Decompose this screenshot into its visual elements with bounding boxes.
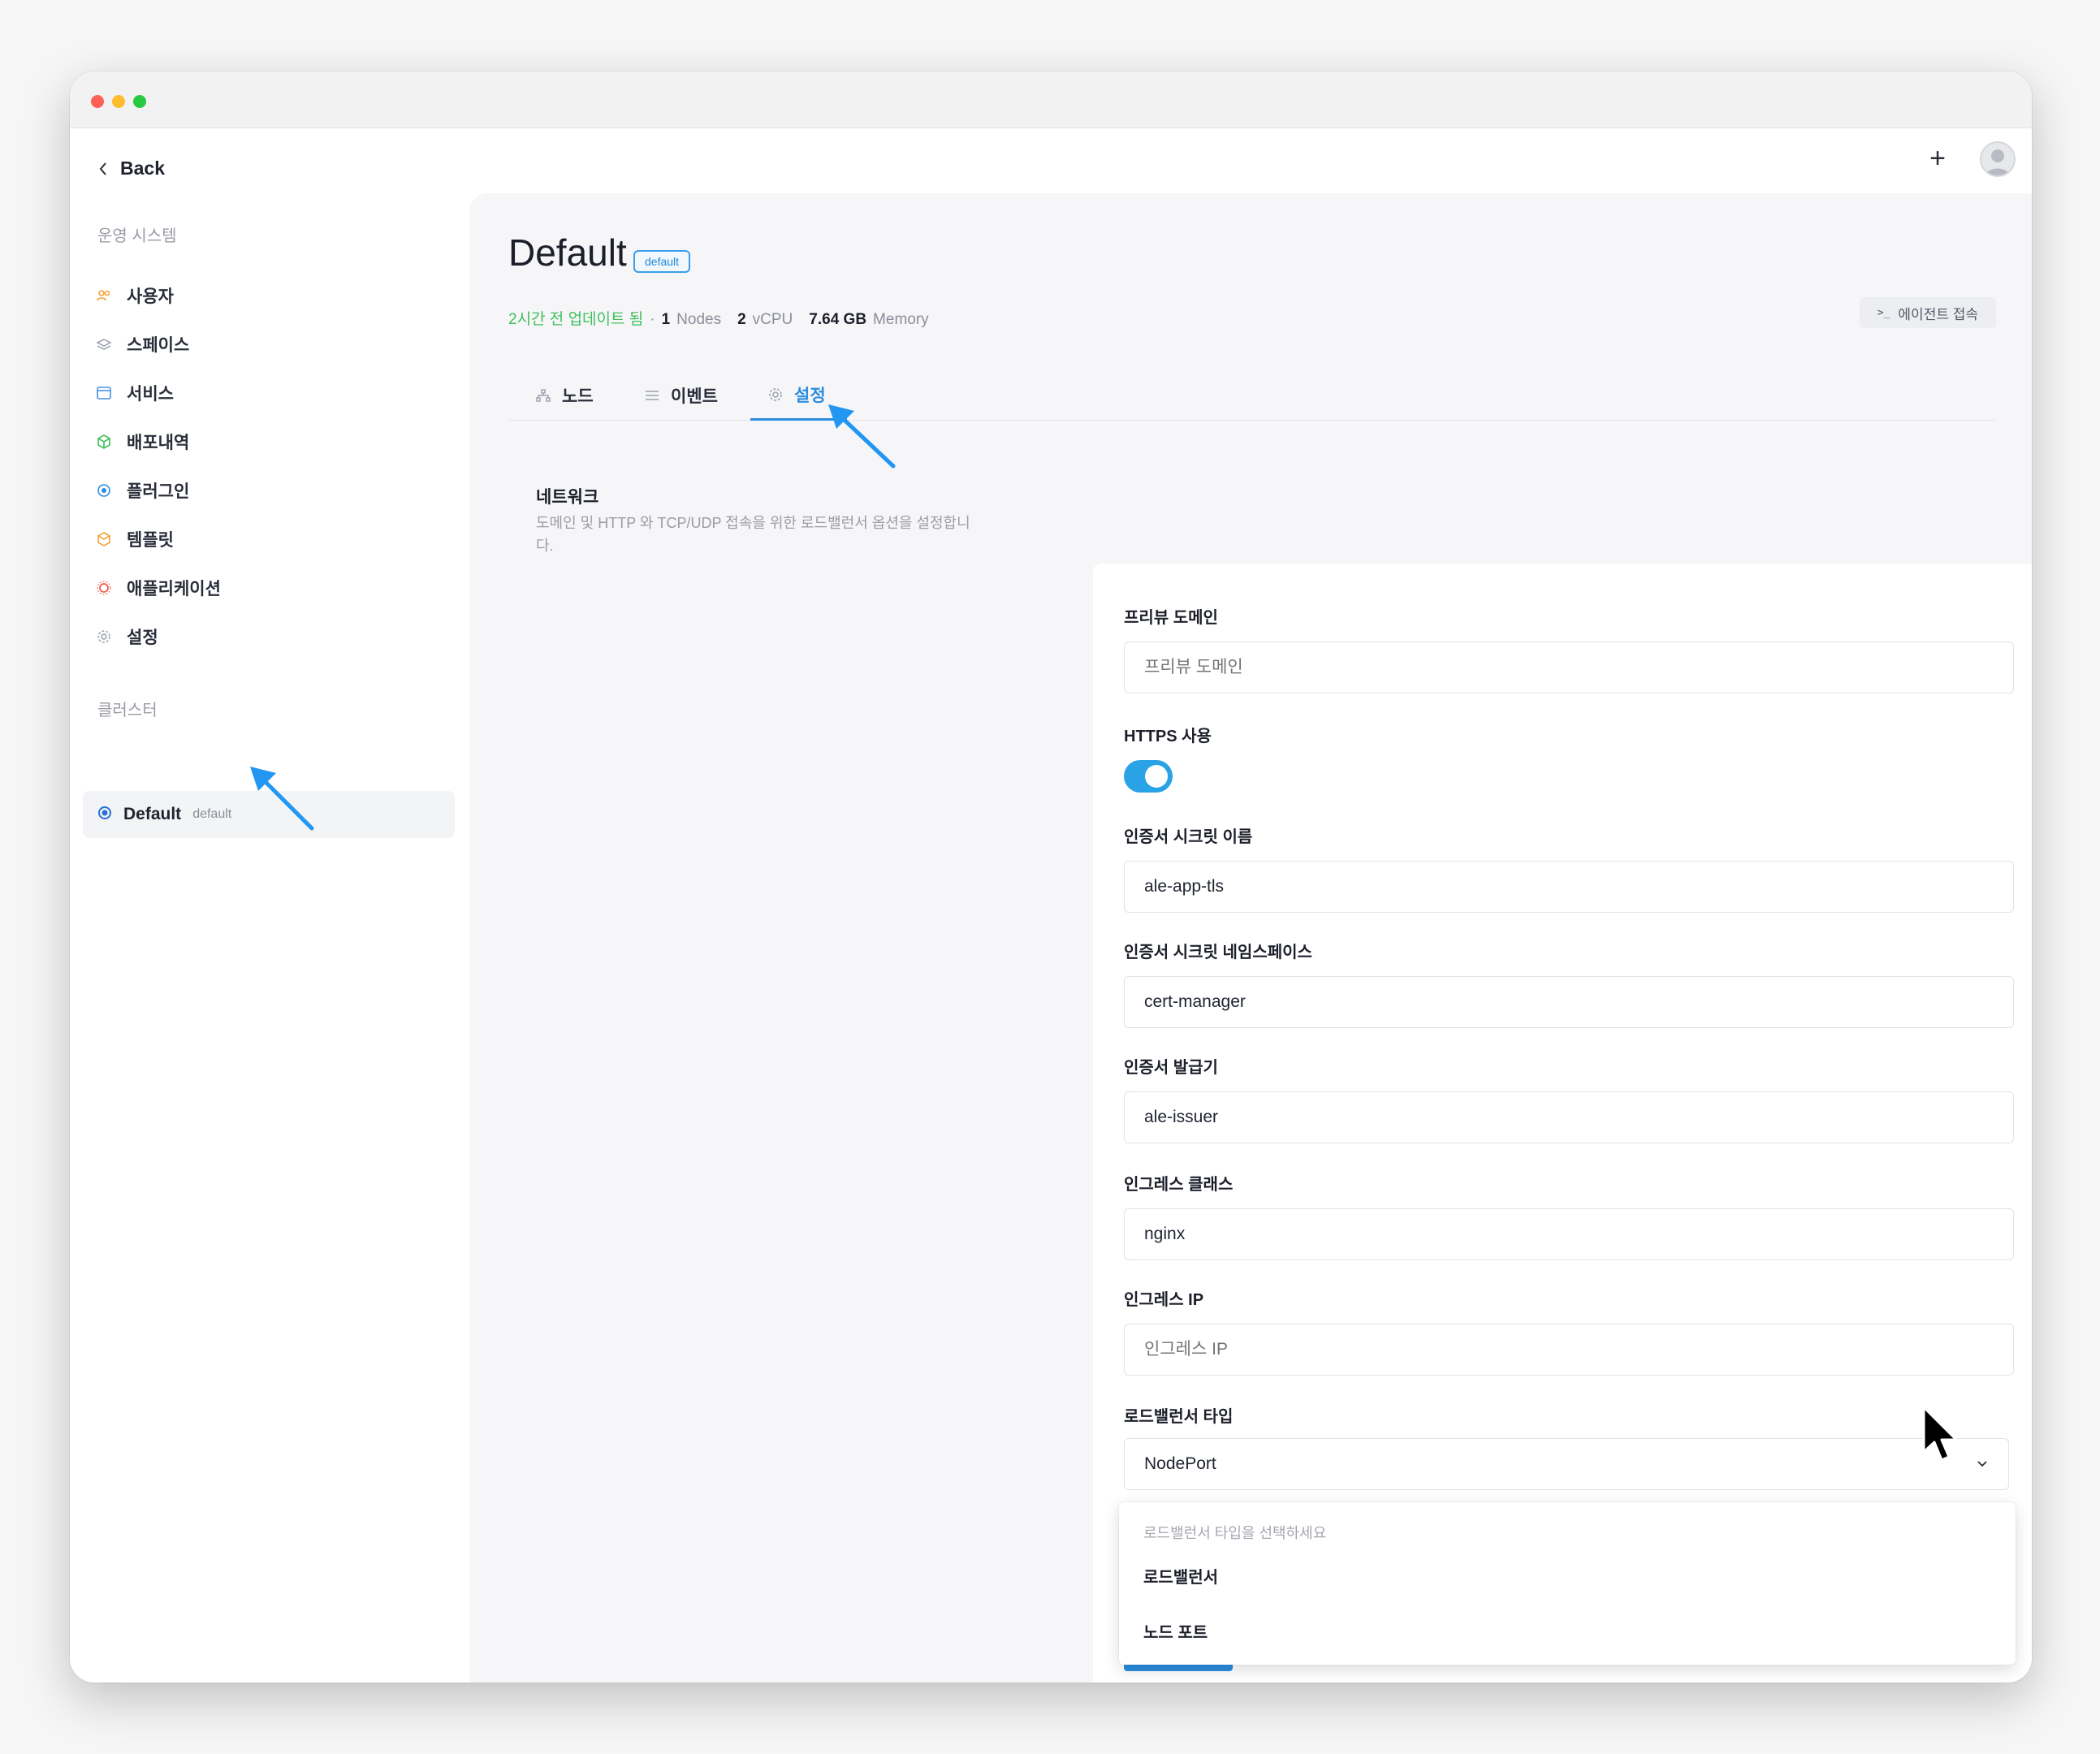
window-icon bbox=[96, 385, 112, 401]
sidebar-menu: 사용자 스페이스 서비스 배포내역 플러그인 템플릿 애플리케이션 설정 bbox=[94, 271, 443, 661]
title-bar bbox=[70, 71, 2032, 128]
tab-bar: 노드 이벤트 설정 bbox=[508, 370, 1996, 421]
agent-connect-button[interactable]: >_ 에이전트 접속 bbox=[1859, 297, 1996, 328]
template-icon bbox=[96, 531, 112, 547]
tab-label: 설정 bbox=[794, 386, 826, 405]
app-icon bbox=[96, 580, 112, 596]
tab-nodes[interactable]: 노드 bbox=[536, 370, 594, 421]
sidebar-item-templates[interactable]: 템플릿 bbox=[94, 515, 443, 564]
vcpu-label: vCPU bbox=[752, 311, 793, 328]
sidebar-item-plugins[interactable]: 플러그인 bbox=[94, 466, 443, 515]
memory-value: 7.64 GB bbox=[809, 311, 867, 328]
nodes-label: Nodes bbox=[676, 311, 722, 328]
sidebar-item-label: 서비스 bbox=[127, 385, 174, 404]
lb-type-value: NodePort bbox=[1144, 1454, 1216, 1473]
chevron-left-icon bbox=[99, 162, 106, 175]
https-toggle[interactable] bbox=[1124, 760, 1173, 793]
ingress-ip-input[interactable] bbox=[1124, 1324, 2014, 1376]
back-button[interactable]: Back bbox=[97, 158, 165, 179]
list-icon bbox=[646, 391, 659, 400]
close-window-button[interactable] bbox=[91, 95, 104, 108]
updated-text: 2시간 전 업데이트 됨 bbox=[508, 311, 644, 328]
agent-connect-label: 에이전트 접속 bbox=[1898, 306, 1978, 322]
add-button[interactable]: + bbox=[1929, 145, 1946, 172]
sidebar-item-settings[interactable]: 설정 bbox=[94, 612, 443, 661]
sidebar-item-applications[interactable]: 애플리케이션 bbox=[94, 564, 443, 612]
terminal-icon: >_ bbox=[1877, 306, 1890, 319]
cluster-tag: default bbox=[192, 807, 232, 821]
users-icon bbox=[96, 287, 112, 304]
toggle-knob bbox=[1145, 765, 1168, 788]
preview-domain-input[interactable] bbox=[1124, 642, 2014, 693]
cert-secret-namespace-input[interactable]: cert-manager bbox=[1124, 976, 2014, 1028]
sidebar-item-label: 애플리케이션 bbox=[127, 580, 221, 598]
ingress-class-input[interactable]: nginx bbox=[1124, 1208, 2014, 1260]
network-section-description: 도메인 및 HTTP 와 TCP/UDP 접속을 위한 로드밸런서 옵션을 설정… bbox=[536, 515, 970, 554]
preview-domain-label: 프리뷰 도메인 bbox=[1124, 609, 1218, 627]
ingress-class-label: 인그레스 클래스 bbox=[1124, 1176, 1234, 1194]
hierarchy-icon bbox=[536, 389, 551, 402]
settings-icon bbox=[96, 629, 112, 645]
maximize-window-button[interactable] bbox=[133, 95, 146, 108]
cluster-meta: 2시간 전 업데이트 됨 · 1 Nodes 2 vCPU 7.64 GB Me… bbox=[508, 307, 929, 329]
avatar[interactable] bbox=[1980, 141, 2016, 177]
tab-label: 이벤트 bbox=[671, 387, 718, 406]
section-title-os: 운영 시스템 bbox=[97, 227, 177, 245]
main-content: Default default 2시간 전 업데이트 됨 · 1 Nodes 2… bbox=[469, 193, 2032, 1683]
tab-label: 노드 bbox=[562, 387, 594, 406]
lb-type-dropdown: 로드밸런서 타입을 선택하세요 로드밸런서 노드 포트 bbox=[1119, 1502, 2016, 1665]
nodes-value: 1 bbox=[661, 311, 671, 328]
sidebar-item-deployments[interactable]: 배포내역 bbox=[94, 417, 443, 466]
cert-secret-name-label: 인증서 시크릿 이름 bbox=[1124, 828, 1253, 846]
sidebar-item-label: 플러그인 bbox=[127, 482, 190, 501]
ingress-ip-label: 인그레스 IP bbox=[1124, 1291, 1204, 1309]
section-title-cluster: 클러스터 bbox=[97, 702, 158, 719]
tab-events[interactable]: 이벤트 bbox=[645, 370, 718, 421]
option-loadbalancer[interactable]: 로드밸런서 bbox=[1143, 1564, 1218, 1588]
sidebar-item-spaces[interactable]: 스페이스 bbox=[94, 320, 443, 369]
meta-separator: · bbox=[650, 311, 655, 328]
page-title: Default bbox=[508, 231, 627, 274]
sidebar-item-label: 스페이스 bbox=[127, 336, 190, 355]
plugin-icon bbox=[96, 482, 112, 499]
sidebar-item-label: 설정 bbox=[127, 629, 158, 647]
cluster-icon bbox=[97, 806, 112, 824]
chevron-down-icon bbox=[1977, 1461, 1987, 1467]
sidebar-item-label: 사용자 bbox=[127, 287, 174, 306]
minimize-window-button[interactable] bbox=[112, 95, 125, 108]
sidebar-item-label: 템플릿 bbox=[127, 531, 174, 550]
annotation-arrow-icon bbox=[828, 404, 896, 469]
option-nodeport[interactable]: 노드 포트 bbox=[1143, 1619, 1208, 1643]
back-label: Back bbox=[120, 158, 165, 179]
network-section-title: 네트워크 bbox=[536, 488, 599, 507]
cert-secret-namespace-label: 인증서 시크릿 네임스페이스 bbox=[1124, 944, 1312, 961]
sidebar: Back 운영 시스템 사용자 스페이스 서비스 배포내역 플러그인 템플릿 애… bbox=[70, 128, 469, 1683]
cluster-name: Default bbox=[123, 805, 182, 823]
app-window: Back 운영 시스템 사용자 스페이스 서비스 배포내역 플러그인 템플릿 애… bbox=[70, 71, 2032, 1683]
cert-secret-name-input[interactable]: ale-app-tls bbox=[1124, 861, 2014, 913]
default-badge: default bbox=[633, 250, 691, 273]
https-label: HTTPS 사용 bbox=[1124, 728, 1212, 745]
network-settings-card: 프리뷰 도메인 HTTPS 사용 인증서 시크릿 이름 ale-app-tls … bbox=[1093, 564, 2032, 1683]
cert-issuer-label: 인증서 발급기 bbox=[1124, 1059, 1218, 1077]
settings-icon bbox=[769, 387, 782, 401]
lb-type-label: 로드밸런서 타입 bbox=[1124, 1408, 1234, 1426]
memory-label: Memory bbox=[873, 311, 929, 328]
layers-icon bbox=[96, 336, 112, 352]
sidebar-item-services[interactable]: 서비스 bbox=[94, 369, 443, 417]
vcpu-value: 2 bbox=[737, 311, 746, 328]
sidebar-item-users[interactable]: 사용자 bbox=[94, 271, 443, 320]
cert-issuer-input[interactable]: ale-issuer bbox=[1124, 1091, 2014, 1143]
lb-type-select[interactable]: NodePort bbox=[1124, 1438, 2009, 1490]
mouse-cursor-icon bbox=[1922, 1406, 1958, 1462]
box-icon bbox=[96, 434, 112, 450]
dropdown-hint: 로드밸런서 타입을 선택하세요 bbox=[1143, 1525, 1327, 1541]
sidebar-item-label: 배포내역 bbox=[127, 434, 190, 452]
annotation-arrow-icon bbox=[250, 767, 314, 831]
